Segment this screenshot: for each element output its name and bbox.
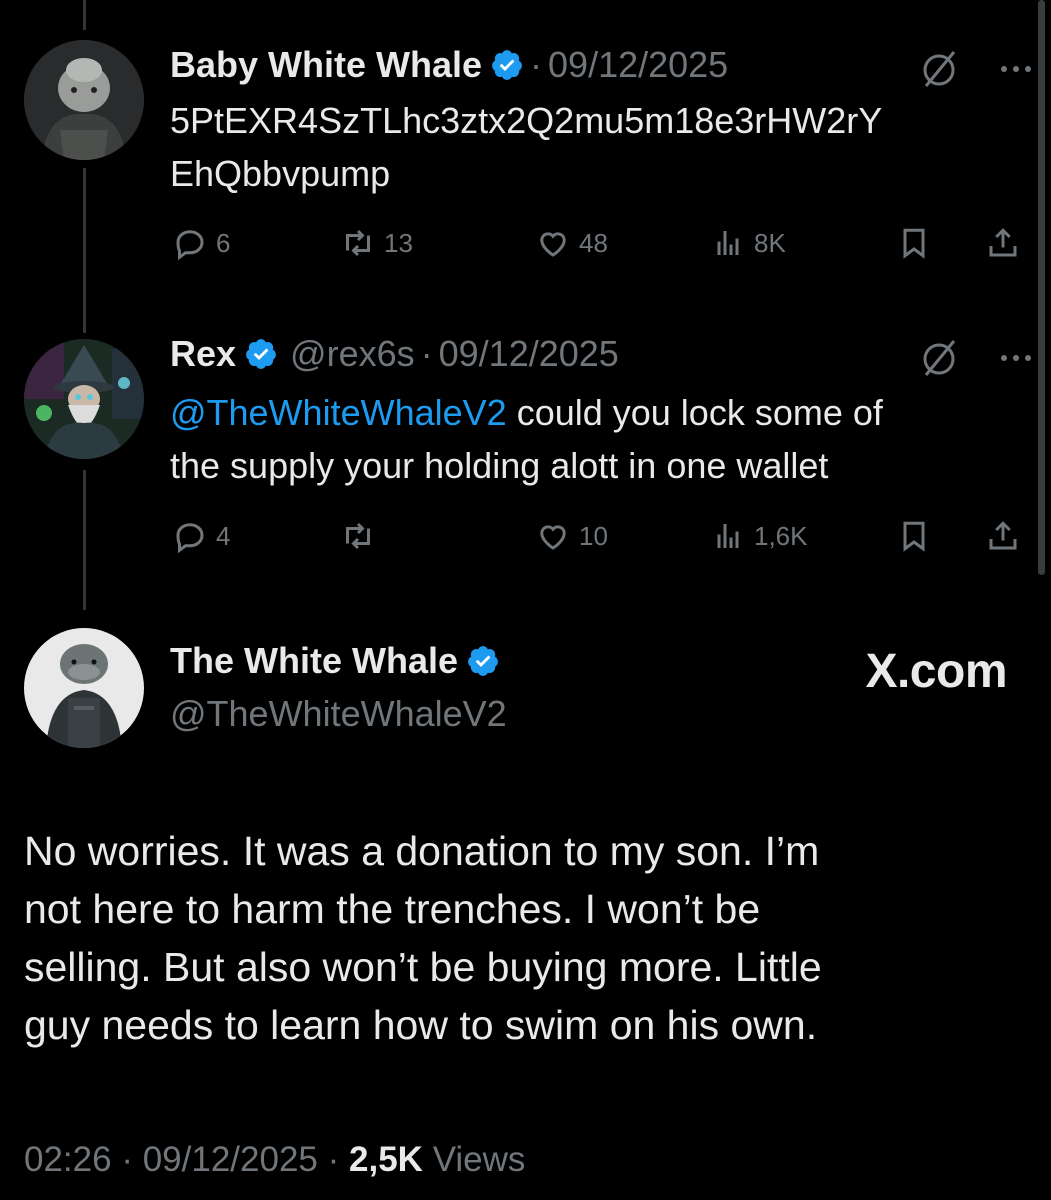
repost-count: 13 [384,227,413,258]
display-name[interactable]: The White Whale [170,640,458,682]
display-name[interactable]: Rex [170,333,236,375]
tweet-date[interactable]: 09/12/2025 [548,44,728,86]
avatar-baby-white-whale[interactable] [24,40,144,160]
repost-icon [346,229,370,257]
slash-circle-icon[interactable] [918,337,960,379]
tweet-text-line: 5PtEXR4SzTLhc3ztx2Q2mu5m18e3rHW2rY [170,100,883,141]
bookmark-button[interactable] [896,225,932,261]
reply-button[interactable]: 6 [172,225,230,261]
analytics-bars-icon [717,231,739,255]
tweet-time[interactable]: 02:26 [24,1140,112,1179]
tweet-text-line: No worries. It was a donation to my son.… [24,828,820,874]
analytics-bars-icon [717,524,739,548]
main-tweet-text: No worries. It was a donation to my son.… [24,822,1004,1054]
more-dots-icon[interactable] [998,63,1034,75]
reply-bubble-icon [176,230,204,261]
views-count: 8K [754,227,786,258]
views-count: 2,5K [349,1140,423,1179]
tweet-meta: 02:26 · 09/12/2025 · 2,5K Views [24,1140,525,1180]
like-count: 10 [579,520,608,551]
scrollbar[interactable] [1038,0,1045,575]
repost-button[interactable] [340,518,376,554]
tweet-actions: 4 10 1,6K [0,518,1051,558]
tweet-date[interactable]: 09/12/2025 [439,333,619,375]
avatar-the-white-whale[interactable] [24,628,144,748]
slash-circle-icon[interactable] [918,48,960,90]
views-count: 1,6K [754,520,808,551]
main-tweet-header: The White Whale [170,640,500,682]
share-icon [989,228,1017,257]
repost-icon [346,522,370,550]
share-button[interactable] [985,225,1021,261]
tweet-text: 5PtEXR4SzTLhc3ztx2Q2mu5m18e3rHW2rY EhQbb… [170,94,882,200]
like-button[interactable]: 10 [535,518,608,554]
verified-badge-icon [246,339,276,369]
mention-link[interactable]: @TheWhiteWhaleV2 [170,392,507,433]
display-name[interactable]: Baby White Whale [170,44,482,86]
date-separator: · [420,333,433,374]
reply-count: 6 [216,227,231,258]
tweet-header: Rex @rex6s · 09/12/2025 [170,333,619,375]
reply-bubble-icon [176,523,204,554]
user-handle[interactable]: @TheWhiteWhaleV2 [170,693,507,735]
tweet-text-line: @TheWhiteWhaleV2 could you lock some of [170,386,883,439]
x-com-logo: X.com [865,645,1007,698]
share-icon [989,521,1017,550]
share-button[interactable] [985,518,1021,554]
tweet-header: Baby White Whale · 09/12/2025 [170,44,728,86]
bookmark-icon [903,228,925,259]
tweet-date[interactable]: 09/12/2025 [143,1140,318,1179]
views-button[interactable]: 8K [710,225,786,261]
tweet-text-line: not here to harm the trenches. I won’t b… [24,886,761,932]
like-button[interactable]: 48 [535,225,608,261]
views-label: Views [432,1140,526,1179]
heart-icon [540,232,566,257]
date-separator: · [530,44,543,85]
avatar-rex[interactable] [24,339,144,459]
meta-separator: · [121,1140,133,1179]
verified-badge-icon [468,646,498,676]
thread-line-top [83,0,86,30]
tweet-text: @TheWhiteWhaleV2 could you lock some of … [170,386,883,492]
user-handle[interactable]: @rex6s [290,333,415,375]
tweet-text-line: EhQbbvpump [170,153,391,194]
heart-icon [540,525,566,550]
tweet-menu [918,337,1034,379]
verified-badge-icon [492,50,522,80]
repost-button[interactable]: 13 [340,225,413,261]
reply-count: 4 [216,520,231,551]
tweet-text-segment: could you lock some of [506,392,883,433]
tweet-text-line: guy needs to learn how to swim on his ow… [24,1002,818,1048]
tweet-menu [918,48,1034,90]
bookmark-button[interactable] [896,518,932,554]
views-button[interactable]: 1,6K [710,518,808,554]
tweet-text-line: selling. But also won’t be buying more. … [24,944,822,990]
like-count: 48 [579,227,608,258]
tweet-actions: 6 13 48 8K [0,225,1051,265]
tweet-text-line: the supply your holding alott in one wal… [170,445,829,486]
meta-separator: · [327,1140,340,1179]
bookmark-icon [903,521,925,552]
more-dots-icon[interactable] [998,352,1034,364]
reply-button[interactable]: 4 [172,518,230,554]
